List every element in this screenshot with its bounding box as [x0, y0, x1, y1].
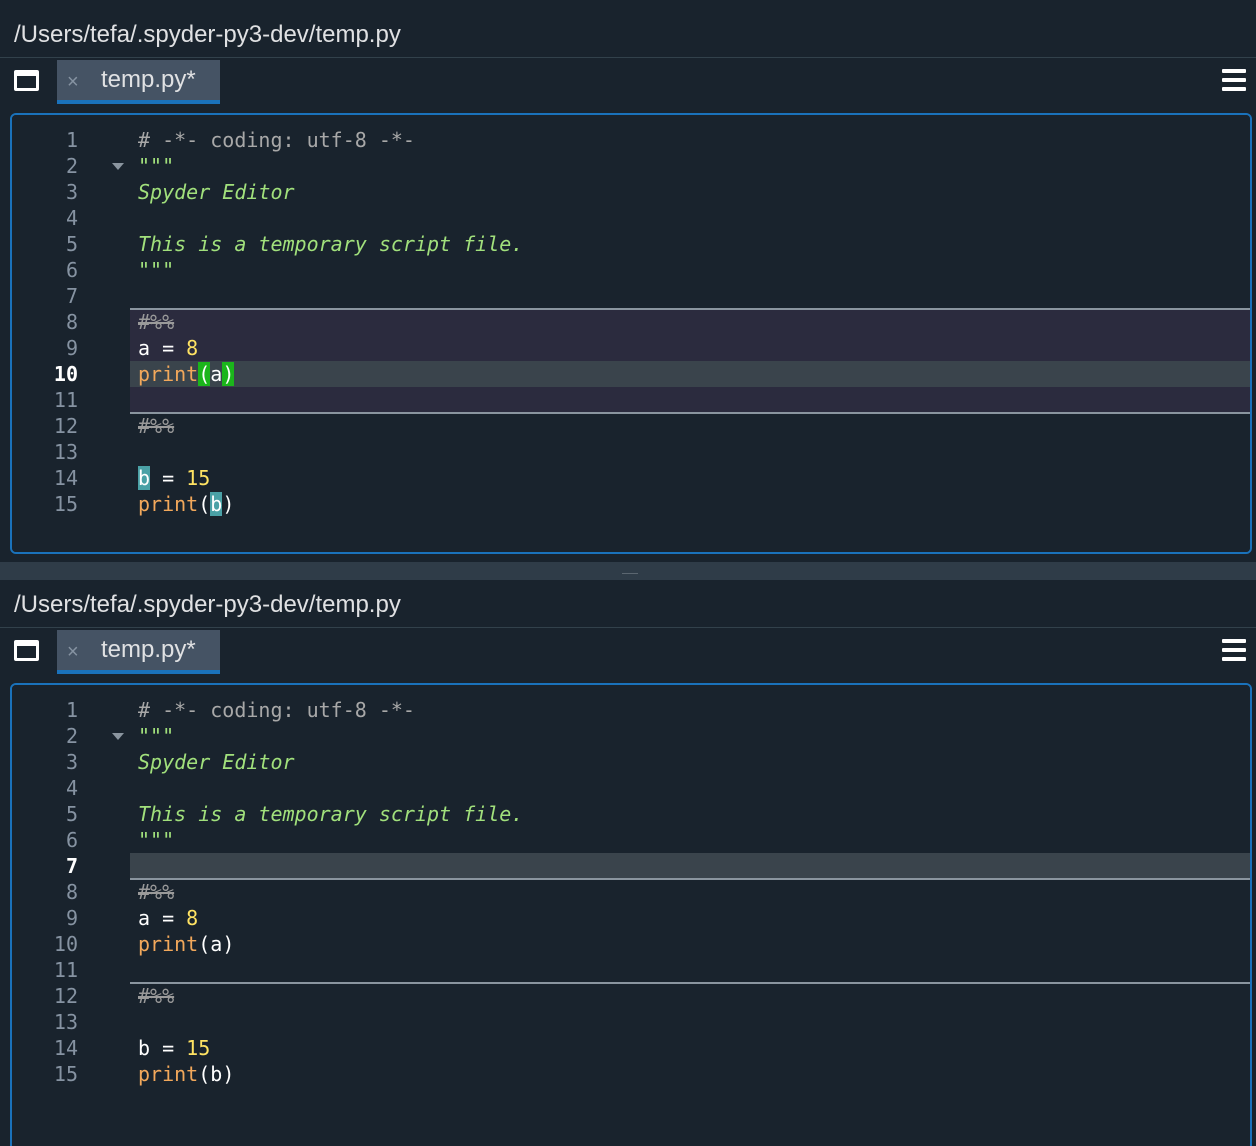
line-number: 5 — [65, 232, 78, 256]
line-number: 3 — [65, 750, 78, 774]
occurrence-highlight: b — [210, 492, 223, 516]
browse-tabs-icon[interactable] — [14, 70, 39, 91]
fold-arrow-icon[interactable] — [112, 163, 124, 170]
line-number: 10 — [53, 932, 78, 956]
code-line: print(a) — [138, 362, 235, 386]
line-number: 8 — [65, 880, 78, 904]
line-number: 14 — [53, 466, 78, 490]
line-number: 13 — [53, 440, 78, 464]
code-line: """ — [138, 828, 175, 852]
tab-label: temp.py* — [101, 636, 196, 663]
code-line: #%% — [138, 414, 175, 438]
current-line-number: 7 — [65, 854, 78, 878]
code-line: Spyder Editor — [138, 180, 295, 204]
tab-label: temp.py* — [101, 66, 196, 93]
code-line: #%% — [138, 880, 175, 904]
occurrence-highlight: b — [138, 466, 151, 490]
code-line: print(b) — [138, 1062, 235, 1086]
line-number: 6 — [65, 828, 78, 852]
line-number: 9 — [65, 336, 78, 360]
cell-separator — [130, 412, 1250, 414]
code-line: # -*- coding: utf-8 -*- — [138, 128, 415, 152]
line-number: 11 — [53, 958, 78, 982]
code-line: This is a temporary script file. — [138, 232, 524, 256]
code-line: """ — [138, 724, 175, 748]
line-number: 15 — [53, 1062, 78, 1086]
code-area[interactable]: # -*- coding: utf-8 -*- """ Spyder Edito… — [130, 115, 1250, 552]
code-line: b = 15 — [138, 1036, 211, 1060]
browse-tabs-icon[interactable] — [14, 640, 39, 661]
file-path-label: /Users/tefa/.spyder-py3-dev/temp.py — [0, 12, 1256, 58]
editor-tabs-bar: × temp.py* — [0, 57, 1256, 105]
file-path-label: /Users/tefa/.spyder-py3-dev/temp.py — [0, 582, 1256, 628]
code-line: Spyder Editor — [138, 750, 295, 774]
tab-temp-py[interactable]: × temp.py* — [57, 60, 220, 104]
code-line: print(b) — [138, 492, 235, 516]
line-number: 12 — [53, 414, 78, 438]
line-number: 14 — [53, 1036, 78, 1060]
line-number: 12 — [53, 984, 78, 1008]
cell-separator — [130, 308, 1250, 310]
line-number: 3 — [65, 180, 78, 204]
hamburger-menu-icon[interactable] — [1222, 639, 1246, 661]
line-number: 1 — [65, 698, 78, 722]
hamburger-menu-icon[interactable] — [1222, 69, 1246, 91]
close-icon[interactable]: × — [67, 636, 79, 668]
line-number: 7 — [65, 284, 78, 308]
code-editor[interactable]: 1 2 3 4 5 6 7 8 9 10 11 12 13 14 15 # -*… — [10, 683, 1252, 1146]
line-number: 5 — [65, 802, 78, 826]
line-number-gutter: 1 2 3 4 5 6 7 8 9 10 11 12 13 14 15 — [12, 685, 130, 1146]
line-number: 11 — [53, 388, 78, 412]
line-number: 13 — [53, 1010, 78, 1034]
fold-arrow-icon[interactable] — [112, 733, 124, 740]
line-number: 9 — [65, 906, 78, 930]
code-line: # -*- coding: utf-8 -*- — [138, 698, 415, 722]
cell-separator — [130, 878, 1250, 880]
code-line: This is a temporary script file. — [138, 802, 524, 826]
code-line: #%% — [138, 984, 175, 1008]
matched-paren: ( — [198, 362, 211, 386]
code-line: """ — [138, 258, 175, 282]
line-number: 4 — [65, 206, 78, 230]
editor-pane-top: /Users/tefa/.spyder-py3-dev/temp.py × te… — [0, 0, 1256, 562]
code-area[interactable]: # -*- coding: utf-8 -*- """ Spyder Edito… — [130, 685, 1250, 1146]
close-icon[interactable]: × — [67, 66, 79, 98]
current-line-number: 10 — [53, 362, 78, 386]
line-number: 1 — [65, 128, 78, 152]
code-line: """ — [138, 154, 175, 178]
tab-temp-py[interactable]: × temp.py* — [57, 630, 220, 674]
code-line: a = 8 — [138, 336, 199, 360]
code-line: b = 15 — [138, 466, 211, 490]
code-line: #%% — [138, 310, 175, 334]
line-number: 2 — [65, 724, 78, 748]
code-line: a = 8 — [138, 906, 199, 930]
line-number-gutter: 1 2 3 4 5 6 7 8 9 10 11 12 13 14 15 — [12, 115, 130, 552]
editor-pane-bottom: /Users/tefa/.spyder-py3-dev/temp.py × te… — [0, 580, 1256, 1146]
splitter-grip-icon[interactable] — [622, 573, 638, 574]
code-line: print(a) — [138, 932, 235, 956]
line-number: 15 — [53, 492, 78, 516]
cell-separator — [130, 982, 1250, 984]
pane-splitter[interactable] — [0, 562, 1256, 580]
line-number: 6 — [65, 258, 78, 282]
editor-tabs-bar: × temp.py* — [0, 627, 1256, 675]
line-number: 2 — [65, 154, 78, 178]
code-editor[interactable]: 1 2 3 4 5 6 7 8 9 10 11 12 13 14 15 # -*… — [10, 113, 1252, 554]
current-line-highlight — [130, 361, 1250, 387]
matched-paren: ) — [222, 362, 235, 386]
current-line-highlight — [130, 853, 1250, 879]
line-number: 8 — [65, 310, 78, 334]
line-number: 4 — [65, 776, 78, 800]
